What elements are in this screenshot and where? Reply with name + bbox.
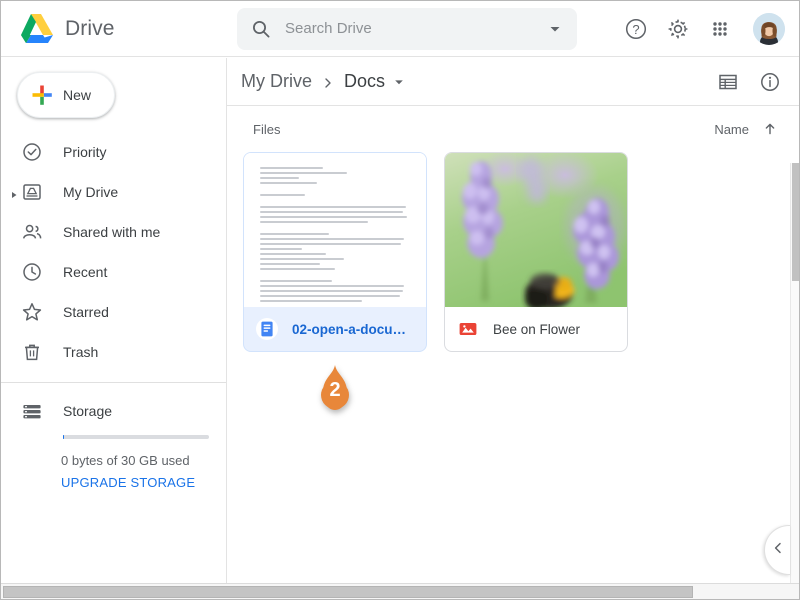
image-thumbnail [445, 153, 627, 308]
upgrade-storage-link[interactable]: UPGRADE STORAGE [61, 475, 195, 490]
search-bar[interactable] [237, 7, 577, 50]
sort-label: Name [714, 121, 749, 137]
file-card-footer: Bee on Flower [445, 307, 627, 351]
google-docs-icon [256, 318, 278, 341]
list-view-icon[interactable] [717, 71, 739, 93]
sidebar-divider [1, 382, 226, 383]
google-drive-window: Drive ? [0, 0, 800, 600]
storage-usage-text: 0 bytes of 30 GB used [61, 453, 190, 468]
sidebar-item-recent[interactable]: Recent [1, 252, 226, 292]
plus-icon [31, 84, 53, 106]
avatar[interactable] [753, 12, 785, 45]
sidebar-nav: Priority My Drive Shared with me Recent … [1, 132, 226, 372]
sidebar-item-shared-with-me[interactable]: Shared with me [1, 212, 226, 252]
sidebar-item-label: Recent [63, 264, 108, 280]
storage-icon [21, 400, 43, 422]
trash-icon [21, 341, 43, 363]
storage-usage-bar [63, 435, 209, 439]
sidebar-item-label: My Drive [63, 184, 119, 200]
drive-box-icon [21, 181, 43, 203]
sidebar-item-storage[interactable]: Storage [1, 389, 226, 433]
chevron-right-icon [322, 76, 334, 88]
google-drive-logo-icon [17, 12, 55, 46]
search-icon [251, 19, 271, 39]
storage-label: Storage [63, 403, 113, 419]
search-input[interactable] [285, 20, 547, 37]
content-vertical-scrollbar[interactable] [790, 163, 799, 599]
sidebar-item-trash[interactable]: Trash [1, 332, 226, 372]
app-title: Drive [65, 16, 115, 40]
document-preview [244, 153, 426, 308]
sidebar-item-label: Trash [63, 344, 99, 360]
breadcrumb: My Drive Docs [241, 71, 406, 92]
sidebar-item-label: Starred [63, 304, 109, 320]
info-icon[interactable] [759, 71, 781, 93]
check-circle-icon [21, 141, 43, 163]
document-thumbnail [244, 153, 426, 308]
window-horizontal-scrollbar[interactable] [1, 583, 799, 599]
clock-icon [21, 261, 43, 283]
file-card-image[interactable]: Bee on Flower [444, 152, 628, 352]
toolbar-actions [717, 71, 781, 93]
sidebar-item-my-drive[interactable]: My Drive [1, 172, 226, 212]
search-options-chevron-down-icon[interactable] [547, 21, 563, 37]
files-section-header: Files Name [227, 106, 799, 152]
people-icon [21, 221, 43, 243]
new-button-label: New [63, 87, 92, 103]
app-header: Drive ? [1, 1, 799, 57]
sidebar-item-label: Priority [63, 144, 107, 160]
gear-icon[interactable] [665, 16, 691, 42]
breadcrumb-caret-down-icon[interactable] [392, 75, 406, 89]
brand[interactable]: Drive [1, 12, 229, 46]
sidebar-item-starred[interactable]: Starred [1, 292, 226, 332]
new-button[interactable]: New [17, 72, 115, 118]
expand-triangle-icon[interactable] [9, 187, 19, 198]
image-file-icon [457, 318, 479, 340]
apps-grid-icon[interactable] [707, 16, 733, 42]
file-card-footer: 02-open-a-document [244, 307, 426, 351]
help-icon[interactable]: ? [623, 16, 649, 42]
breadcrumb-docs[interactable]: Docs [344, 71, 385, 92]
main-content: My Drive Docs Files Name 02-open-a-docum… [227, 58, 799, 599]
chevron-left-icon [771, 541, 785, 560]
step-marker: 2 [314, 365, 356, 417]
breadcrumb-my-drive[interactable]: My Drive [241, 71, 312, 92]
file-name: 02-open-a-document [292, 321, 416, 337]
sidebar-item-label: Shared with me [63, 224, 161, 240]
arrow-up-icon [763, 122, 777, 136]
content-toolbar: My Drive Docs [227, 58, 799, 106]
file-name: Bee on Flower [493, 321, 581, 337]
files-section-title: Files [253, 121, 281, 137]
star-icon [21, 301, 43, 323]
file-card-document[interactable]: 02-open-a-document [243, 152, 427, 352]
svg-text:?: ? [632, 22, 639, 37]
sidebar-item-priority[interactable]: Priority [1, 132, 226, 172]
sidebar: New Priority My Drive Shared with me Rec… [1, 58, 226, 599]
header-actions: ? [623, 12, 799, 45]
sort-control[interactable]: Name [714, 122, 777, 137]
files-grid: 02-open-a-document Bee on Flower [227, 152, 799, 352]
